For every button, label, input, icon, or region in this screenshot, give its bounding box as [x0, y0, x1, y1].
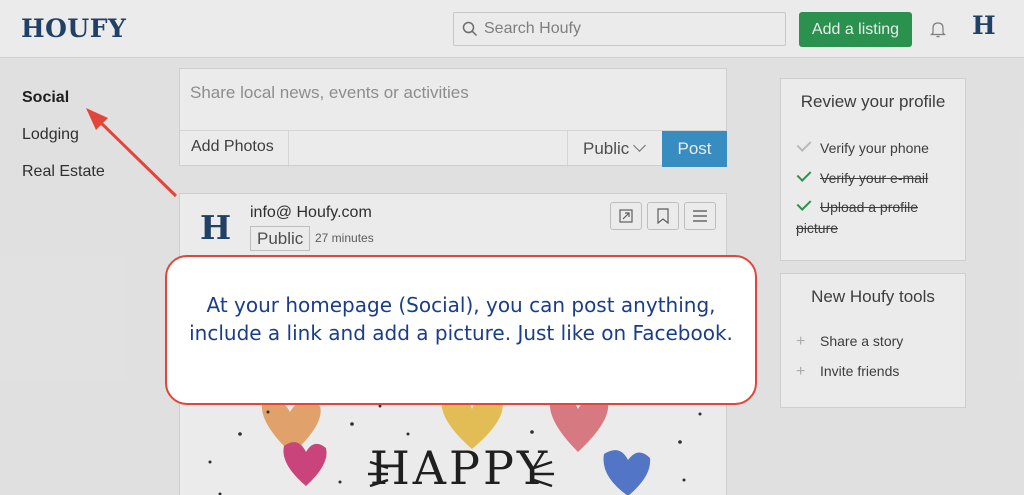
search-input[interactable]	[484, 14, 779, 44]
hamburger-menu-icon	[693, 210, 707, 222]
visibility-select[interactable]: Public	[567, 131, 662, 167]
post-menu-button[interactable]	[684, 202, 716, 230]
add-photos-button[interactable]: Add Photos	[180, 131, 289, 167]
post-author-avatar[interactable]: H	[200, 208, 231, 247]
post-composer: Share local news, events or activities A…	[179, 68, 727, 167]
nav-item-real-estate[interactable]: Real Estate	[22, 162, 105, 199]
composer-input[interactable]: Share local news, events or activities	[190, 83, 710, 103]
plus-icon: +	[796, 363, 806, 380]
post-timestamp: 27 minutes	[315, 231, 374, 245]
review-profile-card: Review your profile Verify your phone Ve…	[780, 78, 966, 261]
checklist-item-verify-phone[interactable]: Verify your phone	[796, 137, 956, 159]
chevron-down-icon	[633, 139, 647, 152]
post-image[interactable]: HAPPY	[180, 394, 726, 495]
share-external-button[interactable]	[610, 202, 642, 230]
tool-label: Invite friends	[820, 363, 900, 379]
checklist-label: Upload a profile picture	[796, 199, 919, 236]
checklist-item-upload-picture[interactable]: Upload a profile picture	[796, 196, 956, 239]
search-icon	[462, 21, 478, 37]
notification-bell-icon[interactable]	[929, 20, 947, 38]
bookmark-icon	[657, 208, 669, 225]
check-icon	[796, 167, 812, 182]
review-profile-title: Review your profile	[800, 92, 946, 111]
plus-icon: +	[796, 333, 806, 350]
callout-text: At your homepage (Social), you can post …	[189, 293, 733, 345]
happy-text: HAPPY	[370, 441, 551, 495]
visibility-value: Public	[583, 139, 630, 158]
user-avatar[interactable]: H	[972, 11, 996, 40]
tool-invite-friends[interactable]: + Invite friends	[796, 363, 899, 381]
houfy-logo[interactable]: HOUFY	[21, 14, 126, 43]
external-link-icon	[619, 209, 633, 223]
search-box[interactable]	[453, 12, 786, 46]
tool-share-story[interactable]: + Share a story	[796, 333, 903, 351]
composer-toolbar: Add Photos Public Post	[180, 130, 727, 167]
check-icon	[796, 137, 812, 152]
tutorial-callout: At your homepage (Social), you can post …	[165, 255, 757, 405]
add-listing-button[interactable]: Add a listing	[799, 12, 912, 47]
post-button[interactable]: Post	[662, 131, 727, 167]
left-nav: Social Lodging Real Estate	[22, 88, 105, 199]
nav-item-lodging[interactable]: Lodging	[22, 125, 105, 162]
post-author-name[interactable]: info@ Houfy.com	[250, 204, 372, 222]
happy-illustration: HAPPY	[208, 395, 702, 495]
checklist-label: Verify your phone	[820, 140, 929, 156]
nav-item-social[interactable]: Social	[22, 88, 105, 125]
tool-label: Share a story	[820, 333, 904, 349]
checklist-label: Verify your e-mail	[820, 170, 929, 186]
post-visibility-badge: Public	[250, 226, 311, 251]
checklist-item-verify-email[interactable]: Verify your e-mail	[796, 167, 956, 189]
check-icon	[796, 196, 812, 211]
top-header: HOUFY Add a listing H	[0, 0, 1024, 58]
houfy-tools-card: New Houfy tools + Share a story + Invite f…	[780, 273, 966, 408]
tools-title: New Houfy tools	[811, 287, 935, 306]
bookmark-button[interactable]	[647, 202, 679, 230]
